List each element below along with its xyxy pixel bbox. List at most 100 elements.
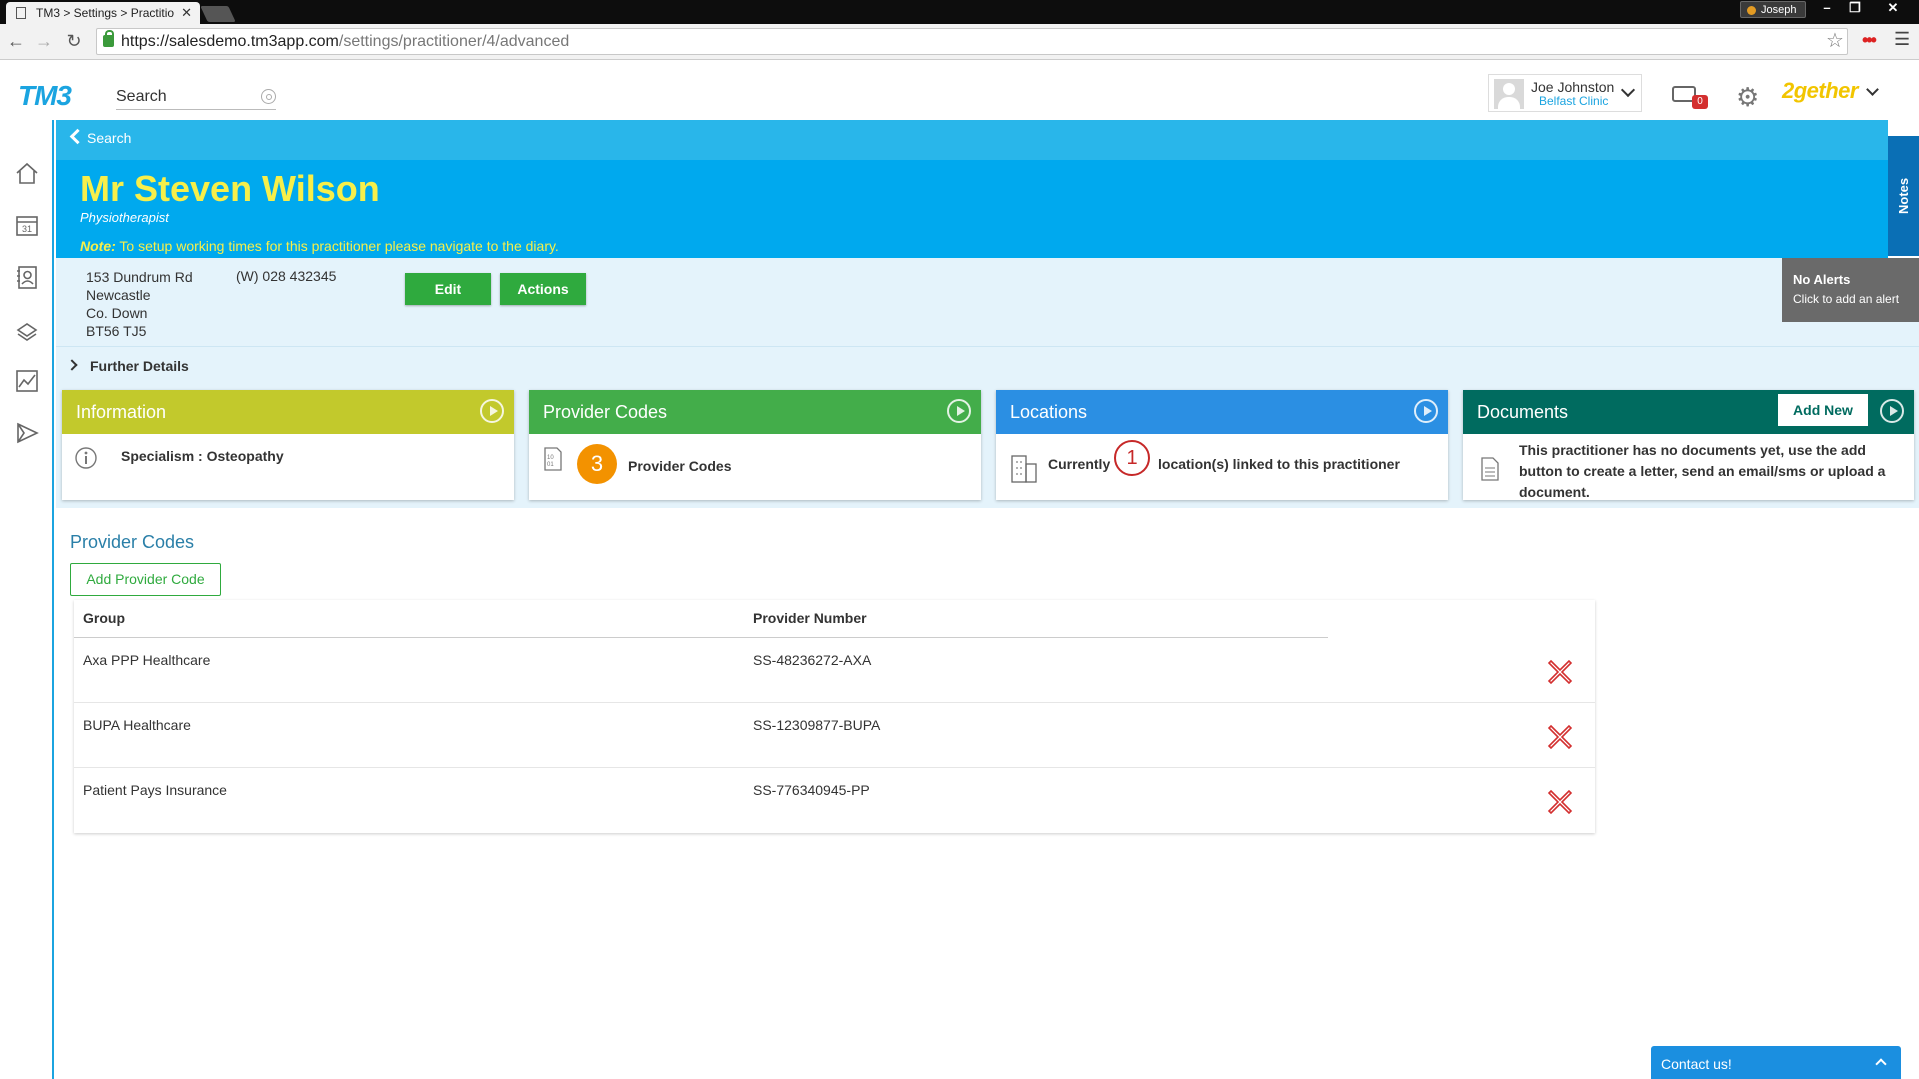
locations-card: Locations Currently 1 location(s) linked… [996, 390, 1448, 500]
user-clinic: Belfast Clinic [1539, 94, 1609, 108]
information-card-header[interactable]: Information [62, 390, 514, 434]
contact-details: 153 Dundrum Rd Newcastle Co. Down BT56 T… [56, 258, 1919, 346]
group-cell: Axa PPP Healthcare [83, 652, 211, 668]
practitioner-banner: Mr Steven Wilson Physiotherapist Note: T… [56, 160, 1888, 258]
card-title: Locations [1010, 402, 1088, 422]
delete-icon[interactable] [1546, 658, 1574, 686]
further-details-label: Further Details [90, 358, 189, 374]
calendar-icon[interactable]: 31 [14, 212, 40, 238]
table-row[interactable]: Axa PPP Healthcare SS-48236272-AXA [74, 638, 1595, 703]
column-header-group[interactable]: Group [83, 610, 125, 626]
documents-card-header[interactable]: Documents Add New [1463, 390, 1914, 434]
card-title: Provider Codes [543, 402, 668, 422]
reload-icon[interactable]: ↻ [64, 31, 84, 52]
stack-icon[interactable] [14, 316, 40, 342]
user-menu[interactable]: Joe Johnston Belfast Clinic [1488, 74, 1642, 112]
documents-empty-text: This practitioner has no documents yet, … [1519, 442, 1886, 500]
add-document-button[interactable]: Add New [1778, 394, 1868, 426]
locations-card-header[interactable]: Locations [996, 390, 1448, 434]
group-cell: BUPA Healthcare [83, 717, 191, 733]
delete-icon[interactable] [1546, 723, 1574, 751]
tab-title: TM3 > Settings > Practitio [36, 6, 175, 20]
provider-codes-text: Provider Codes [628, 458, 732, 474]
restore-icon[interactable]: ❐ [1842, 0, 1868, 18]
window-user-badge[interactable]: Joseph [1740, 1, 1806, 18]
brand-menu[interactable]: 2gether [1782, 74, 1879, 112]
close-tab-icon[interactable]: ✕ [181, 5, 192, 21]
url-path: /settings/practitioner/4/advanced [338, 33, 570, 50]
further-details-toggle[interactable]: Further Details [56, 346, 1919, 382]
send-icon[interactable] [14, 420, 40, 446]
notes-tab-label: Notes [1896, 177, 1911, 214]
location-count-badge[interactable]: 1 [1114, 440, 1150, 476]
notes-tab[interactable]: Notes [1888, 136, 1919, 256]
practitioner-role: Physiotherapist [80, 210, 169, 225]
locations-suffix: location(s) linked to this practitioner [1158, 456, 1400, 472]
home-icon[interactable] [14, 160, 40, 186]
alerts-subtitle: Click to add an alert [1793, 292, 1900, 306]
chevron-down-icon [1866, 83, 1879, 96]
contact-us-widget[interactable]: Contact us! [1651, 1046, 1901, 1079]
contacts-icon[interactable] [14, 264, 40, 290]
practitioner-name: Mr Steven Wilson [80, 168, 380, 209]
back-arrow-icon[interactable]: ← [6, 31, 26, 52]
code-document-icon: 1001 [544, 447, 562, 471]
address: 153 Dundrum Rd Newcastle Co. Down BT56 T… [86, 268, 193, 340]
avatar [1494, 79, 1524, 109]
search-input[interactable] [116, 88, 256, 106]
provider-codes-card-header[interactable]: Provider Codes [529, 390, 981, 434]
inbox-count-badge: 0 [1692, 95, 1708, 109]
minimize-icon[interactable]: – [1814, 0, 1840, 18]
add-provider-code-button[interactable]: Add Provider Code [70, 563, 221, 596]
search-icon[interactable] [261, 89, 276, 104]
app-header: TM3 Joe Johnston Belfast Clinic 0 ⚙ 2get… [0, 60, 1919, 120]
play-icon[interactable] [1880, 399, 1904, 423]
work-phone: (W) 028 432345 [236, 268, 337, 284]
back-to-search-link[interactable]: Search [69, 128, 132, 146]
back-label: Search [87, 130, 132, 146]
play-icon[interactable] [1414, 399, 1438, 423]
play-icon[interactable] [947, 399, 971, 423]
documents-card: Documents Add New This practitioner has … [1463, 390, 1914, 500]
chevron-right-icon [66, 359, 78, 371]
alerts-panel[interactable]: No Alerts Click to add an alert [1782, 258, 1919, 322]
locations-card-body: Currently 1 location(s) linked to this p… [996, 434, 1448, 500]
table-row[interactable]: BUPA Healthcare SS-12309877-BUPA [74, 703, 1595, 768]
svg-text:01: 01 [547, 462, 554, 468]
contact-us-label: Contact us! [1661, 1056, 1732, 1072]
table-row[interactable]: Patient Pays Insurance SS-776340945-PP [74, 768, 1595, 833]
provider-number-cell: SS-776340945-PP [753, 782, 870, 798]
new-tab-button[interactable] [200, 6, 236, 22]
gear-icon[interactable]: ⚙ [1736, 82, 1759, 113]
specialism-text: Specialism : Osteopathy [121, 448, 284, 464]
diary-note: Note: To setup working times for this pr… [80, 238, 559, 254]
browser-menu-icon[interactable]: ☰ [1894, 29, 1910, 50]
tm3-logo[interactable]: TM3 [18, 80, 72, 112]
chevron-up-icon [1875, 1058, 1887, 1070]
information-card: Information Specialism : Osteopathy [62, 390, 514, 500]
url-host: https://salesdemo.tm3app.com [121, 33, 339, 50]
note-text: To setup working times for this practiti… [115, 238, 559, 254]
browser-tab[interactable]: TM3 > Settings > Practitio ✕ [6, 2, 200, 24]
forward-arrow-icon[interactable]: → [34, 31, 54, 52]
extension-icon[interactable]: ••• [1862, 30, 1877, 51]
close-window-icon[interactable]: ✕ [1880, 0, 1906, 18]
provider-codes-table: Group Provider Number Axa PPP Healthcare… [74, 600, 1595, 833]
breadcrumb: Search [56, 120, 1888, 160]
chart-icon[interactable] [14, 368, 40, 394]
actions-button[interactable]: Actions [500, 273, 586, 305]
alerts-title: No Alerts [1793, 272, 1851, 287]
card-title: Documents [1477, 402, 1569, 422]
delete-icon[interactable] [1546, 788, 1574, 816]
chevron-down-icon [1620, 82, 1636, 98]
edit-button[interactable]: Edit [405, 273, 491, 305]
note-label: Note: [80, 238, 116, 254]
bookmark-star-icon[interactable]: ☆ [1826, 28, 1844, 53]
document-icon [16, 7, 26, 19]
address-line: 153 Dundrum Rd [86, 269, 193, 285]
column-header-provider-number[interactable]: Provider Number [753, 610, 867, 626]
provider-count-badge[interactable]: 3 [577, 444, 617, 484]
url-bar[interactable]: https://salesdemo.tm3app.com/settings/pr… [96, 28, 1848, 55]
documents-card-body: This practitioner has no documents yet, … [1463, 434, 1914, 500]
play-icon[interactable] [480, 399, 504, 423]
